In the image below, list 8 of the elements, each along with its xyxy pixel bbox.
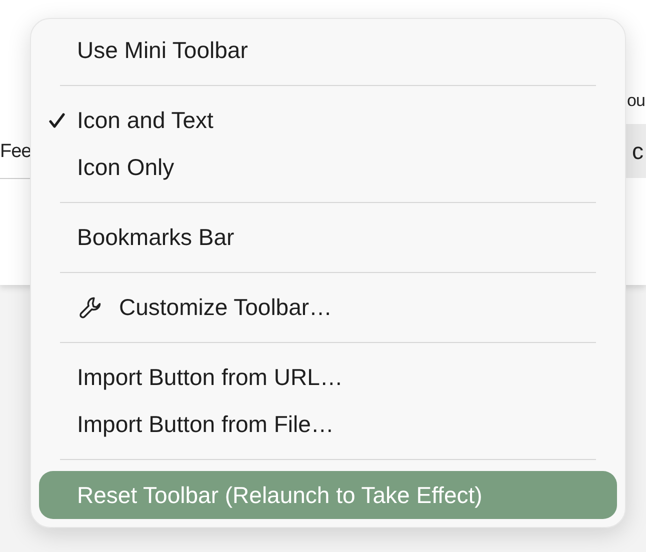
menu-item[interactable]: Import Button from File… [39, 401, 617, 448]
menu-item[interactable]: Bookmarks Bar [39, 214, 617, 261]
menu-item[interactable]: Import Button from URL… [39, 354, 617, 401]
toolbar-label: Fee [0, 142, 32, 161]
menu-item[interactable]: Use Mini Toolbar [39, 27, 617, 74]
toolbar-label: ou [627, 92, 645, 109]
toolbar-label: c [632, 140, 644, 163]
menu-item[interactable]: Customize Toolbar… [39, 284, 617, 331]
